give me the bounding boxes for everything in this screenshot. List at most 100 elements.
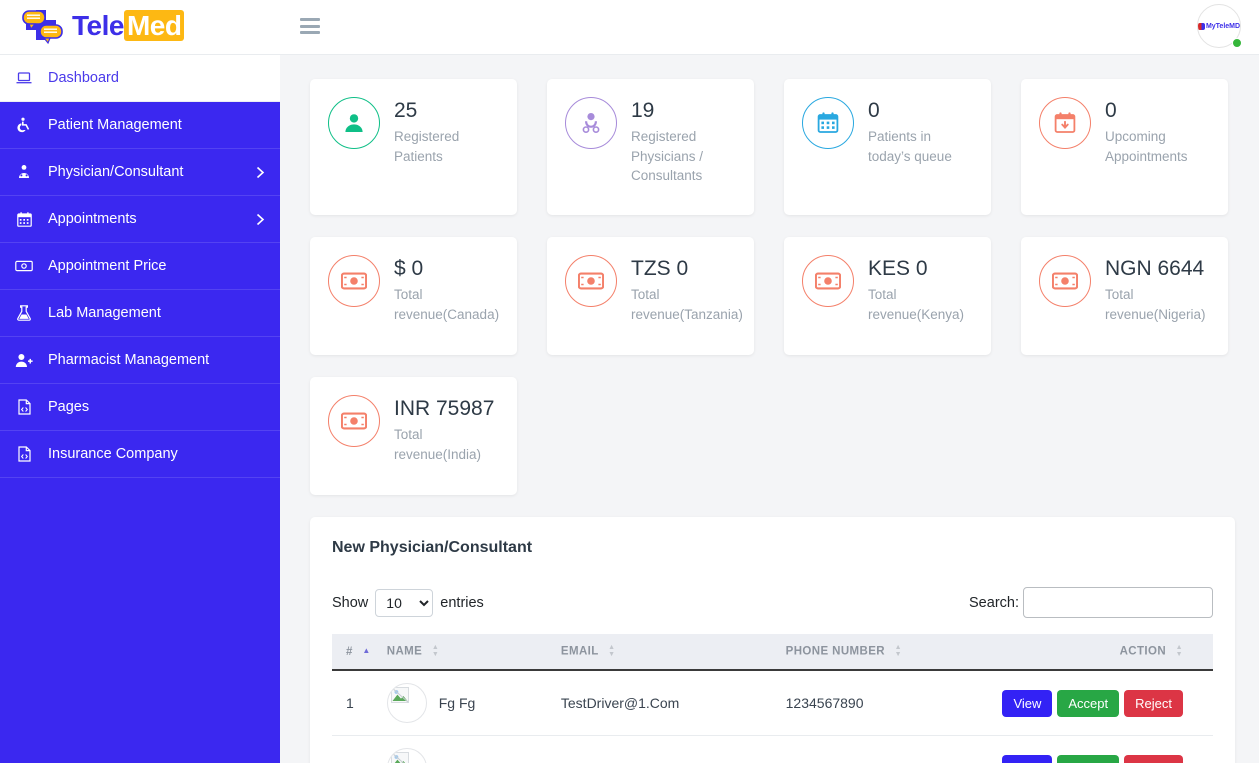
- stat-card-body: TZS 0 Total revenue(Tanzania): [631, 255, 743, 324]
- column-label: #: [346, 645, 353, 658]
- table-body: 1 Fg Fg TestDriver@1.Com 1234567890 View…: [332, 670, 1213, 763]
- avatar-logo-text: MyTeleMD: [1205, 22, 1241, 30]
- brand-name-accent: Med: [123, 10, 185, 41]
- cell-action: View Accept Reject: [941, 670, 1213, 736]
- stat-value: KES 0: [868, 257, 928, 280]
- column-header-email[interactable]: EMAIL ▲ ▼: [552, 634, 778, 671]
- sidebar-item-physician-consultant[interactable]: Physician/Consultant: [0, 149, 280, 196]
- sidebar-item-label: Appointment Price: [48, 258, 167, 274]
- sidebar-item-label: Patient Management: [48, 117, 182, 133]
- wheelchair-icon: [0, 117, 48, 133]
- cell-action: View Accept Reject: [941, 735, 1213, 763]
- stat-label: Total revenue(India): [394, 427, 482, 462]
- panel-title: New Physician/Consultant: [332, 539, 533, 556]
- sidebar-item-pharmacist-management[interactable]: Pharmacist Management: [0, 337, 280, 384]
- doctor-icon: [565, 97, 617, 149]
- hamburger-bar: [300, 18, 320, 21]
- sidebar-item-patient-management[interactable]: Patient Management: [0, 102, 280, 149]
- brand-name-primary: Tele: [72, 10, 124, 41]
- stat-card-body: $ 0 Total revenue(Canada): [394, 255, 503, 324]
- physicians-table: # ▲ NAME ▲▼ EMAIL ▲▼ PHONE NUMBER ▲▼: [332, 634, 1213, 763]
- stat-value: INR 75987: [394, 397, 495, 420]
- stat-card-body: 19 Registered Physicians / Consultants: [631, 97, 740, 186]
- sort-both-icon: ▲ ▼: [608, 644, 616, 658]
- user-avatar[interactable]: MyTeleMD: [1197, 4, 1245, 52]
- brand-logo[interactable]: Tele Med: [20, 6, 185, 46]
- avatar-logo: MyTeleMD: [1198, 22, 1241, 30]
- file-code-icon: [0, 399, 48, 415]
- accept-button[interactable]: Accept: [1057, 754, 1120, 763]
- sidebar-item-label: Dashboard: [48, 70, 119, 86]
- sidebar-item-appointment-price[interactable]: Appointment Price: [0, 243, 280, 290]
- stat-label: Registered Patients: [394, 129, 460, 164]
- brand-wordmark: Tele Med: [72, 10, 185, 41]
- hamburger-bar: [300, 31, 320, 34]
- money-bill-icon: [802, 255, 854, 307]
- search-input[interactable]: [1023, 587, 1213, 618]
- stat-card-revenue-kenya: KES 0 Total revenue(Kenya): [784, 237, 991, 355]
- stat-value: NGN 6644: [1105, 257, 1205, 280]
- cell-email: TestDriver@1.Com: [552, 670, 778, 736]
- stat-label: Total revenue(Nigeria): [1105, 287, 1206, 322]
- broken-image-placeholder-icon: [386, 748, 427, 763]
- stat-card-revenue-nigeria: NGN 6644 Total revenue(Nigeria): [1021, 237, 1228, 355]
- stat-value: 25: [394, 99, 418, 122]
- main-content: 25 Registered Patients 19 Registered Phy…: [280, 55, 1259, 763]
- reject-button[interactable]: Reject: [1124, 754, 1183, 763]
- show-label: Show: [332, 594, 369, 611]
- stat-value: $ 0: [394, 257, 424, 280]
- cell-number: 2: [332, 735, 379, 763]
- stat-label: Registered Physicians / Consultants: [631, 129, 704, 184]
- money-bill-icon: [328, 395, 380, 447]
- money-bill-icon: [328, 255, 380, 307]
- money-bill-icon: [565, 255, 617, 307]
- page-length-select[interactable]: 10 25 50 100: [375, 588, 434, 617]
- online-status-dot: [1232, 38, 1242, 48]
- column-header-number[interactable]: # ▲: [332, 634, 379, 671]
- hamburger-icon[interactable]: [300, 18, 320, 34]
- stat-card-body: NGN 6644 Total revenue(Nigeria): [1105, 255, 1214, 324]
- chevron-right-icon: [240, 213, 280, 226]
- column-header-name[interactable]: NAME ▲ ▼: [378, 634, 553, 671]
- sidebar-item-appointments[interactable]: Appointments: [0, 196, 280, 243]
- table-header-row: # ▲ NAME ▲▼ EMAIL ▲▼ PHONE NUMBER ▲▼: [332, 634, 1213, 671]
- file-code-icon: [0, 446, 48, 462]
- sort-both-icon: ▲ ▼: [1175, 644, 1183, 658]
- cell-name: Raz Ahmed: [378, 735, 553, 763]
- cell-number: 1: [332, 670, 379, 736]
- sidebar-item-label: Appointments: [48, 211, 137, 227]
- stat-card-registered-physicians: 19 Registered Physicians / Consultants: [547, 79, 754, 215]
- view-button[interactable]: View: [1002, 754, 1053, 763]
- sidebar-item-dashboard[interactable]: Dashboard: [0, 55, 280, 102]
- flask-icon: [0, 305, 48, 321]
- sidebar-item-pages[interactable]: Pages: [0, 384, 280, 431]
- stat-card-registered-patients: 25 Registered Patients: [310, 79, 517, 215]
- sidebar: Dashboard Patient Management Physician/C…: [0, 55, 280, 763]
- table-row: 1 Fg Fg TestDriver@1.Com 1234567890 View…: [332, 670, 1213, 736]
- sidebar-item-label: Insurance Company: [48, 446, 178, 462]
- cell-name-text: Fg Fg: [438, 695, 476, 711]
- action-button-group: View Accept Reject: [950, 689, 1205, 717]
- stat-card-body: KES 0 Total revenue(Kenya): [868, 255, 977, 324]
- column-header-phone[interactable]: PHONE NUMBER ▲ ▼: [777, 634, 942, 671]
- accept-button[interactable]: Accept: [1057, 689, 1120, 717]
- top-bar: Tele Med MyTeleMD: [0, 0, 1259, 55]
- user-plus-icon: [0, 353, 48, 368]
- reject-button[interactable]: Reject: [1124, 689, 1183, 717]
- stat-label: Total revenue(Canada): [394, 287, 500, 322]
- stat-value: 0: [868, 99, 880, 122]
- view-button[interactable]: View: [1002, 689, 1053, 717]
- sidebar-item-insurance-company[interactable]: Insurance Company: [0, 431, 280, 478]
- column-header-action[interactable]: ACTION ▲ ▼: [941, 634, 1213, 671]
- chevron-right-icon: [240, 166, 280, 179]
- sidebar-item-lab-management[interactable]: Lab Management: [0, 290, 280, 337]
- new-physician-panel: New Physician/Consultant Show 10 25 50 1…: [310, 517, 1235, 763]
- name-cell: Fg Fg: [386, 683, 545, 723]
- stat-label: Total revenue(Tanzania): [631, 287, 743, 322]
- column-label: NAME: [386, 645, 423, 658]
- sort-ascending-icon: ▲: [362, 646, 371, 656]
- money-bill-icon: [1039, 255, 1091, 307]
- stat-card-body: 25 Registered Patients: [394, 97, 503, 166]
- avatar-logo-mark-icon: [1198, 22, 1205, 30]
- user-icon: [328, 97, 380, 149]
